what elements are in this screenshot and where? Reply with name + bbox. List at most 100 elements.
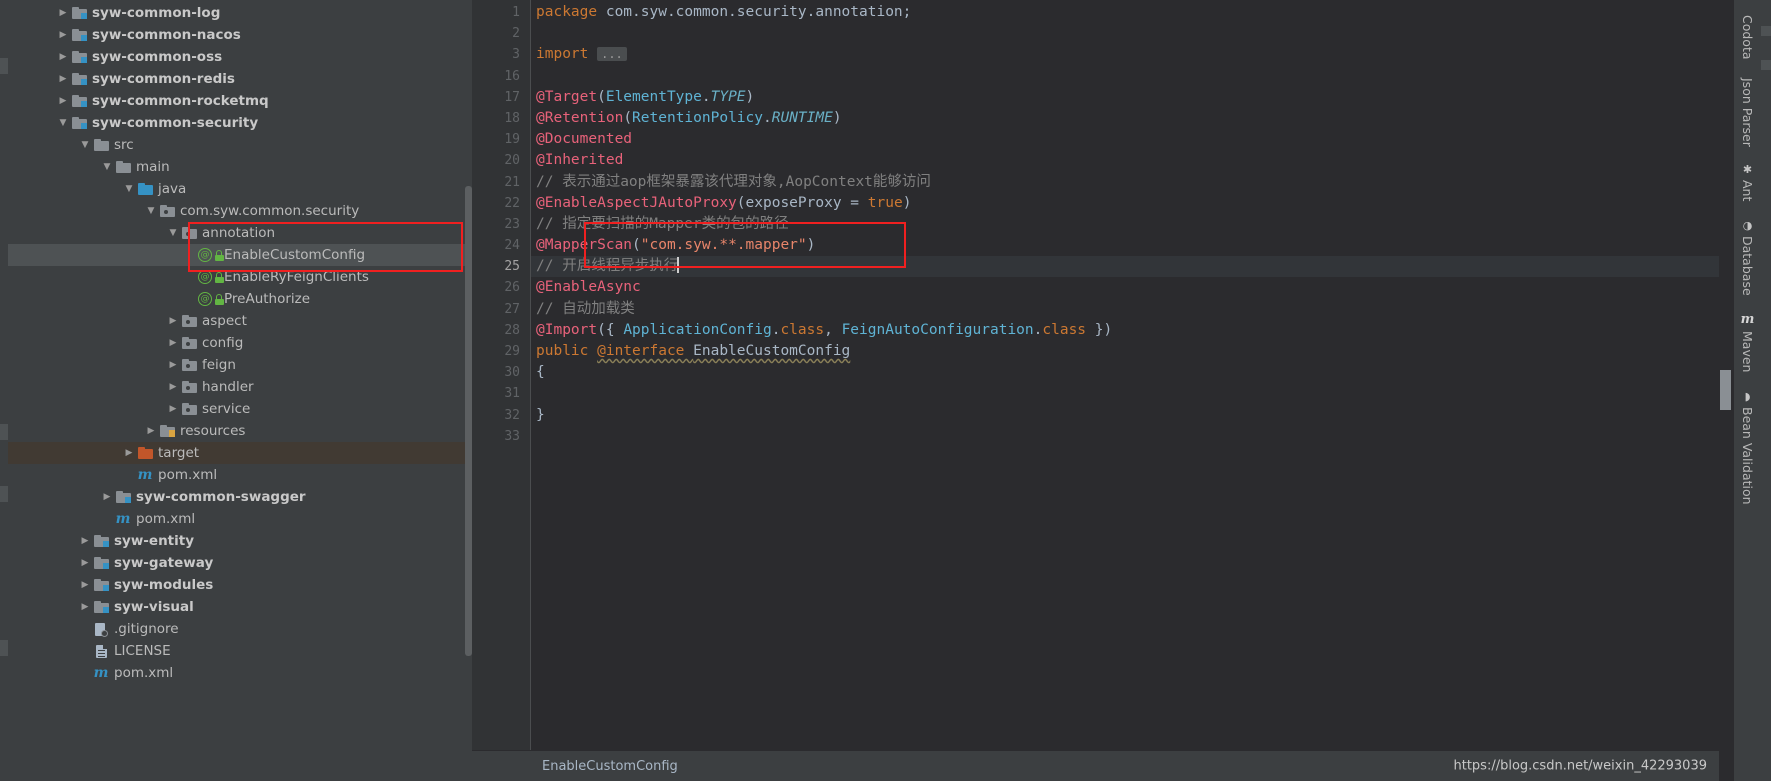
line-number-1[interactable]: 1 — [472, 2, 530, 23]
line-number-21[interactable]: 21 — [472, 172, 530, 193]
tree-item-syw-common-security[interactable]: ▼ syw-common-security — [8, 112, 472, 134]
code-line-19[interactable]: @Documented — [530, 129, 1719, 150]
tree-item-pom-xml[interactable]: ▶m pom.xml — [8, 508, 472, 530]
tree-item-enablecustomconfig[interactable]: ▶@EnableCustomConfig — [8, 244, 472, 266]
tree-item-syw-common-redis[interactable]: ▶ syw-common-redis — [8, 68, 472, 90]
code-line-25[interactable]: // 开启线程异步执行 — [530, 256, 1719, 278]
chevron-right-icon[interactable]: ▶ — [166, 398, 180, 420]
project-tree-list[interactable]: ▶ syw-common-log ▶ syw-common-nacos ▶ syw-com… — [8, 0, 472, 684]
tree-item-syw-modules[interactable]: ▶ syw-modules — [8, 574, 472, 596]
code-line-26[interactable]: @EnableAsync — [530, 277, 1719, 298]
line-number-27[interactable]: 27 — [472, 299, 530, 320]
chevron-right-icon[interactable]: ▶ — [166, 332, 180, 354]
project-tree-panel[interactable]: ▶ syw-common-log ▶ syw-common-nacos ▶ syw-com… — [8, 0, 472, 781]
line-number-33[interactable]: 33 — [472, 426, 530, 447]
code-line-18[interactable]: @Retention(RetentionPolicy.RUNTIME) — [530, 108, 1719, 129]
line-number-16[interactable]: 16 — [472, 66, 530, 87]
line-number-25[interactable]: 25 — [472, 256, 530, 277]
chevron-right-icon[interactable]: ▶ — [56, 24, 70, 46]
tree-item-syw-visual[interactable]: ▶ syw-visual — [8, 596, 472, 618]
code-line-1[interactable]: package com.syw.common.security.annotati… — [530, 2, 1719, 23]
editor-line-number-gutter[interactable]: 1 2 3 16 17 18 19 20 21 22 23 24 25 26 27 28 29 30 31 32 33 — [472, 0, 530, 750]
chevron-right-icon[interactable]: ▶ — [56, 2, 70, 24]
code-line-33[interactable] — [530, 426, 1719, 447]
code-line-27[interactable]: // 自动加载类 — [530, 299, 1719, 320]
tree-item-syw-entity[interactable]: ▶ syw-entity — [8, 530, 472, 552]
line-number-32[interactable]: 32 — [472, 405, 530, 426]
rail-button-database[interactable]: ◑ Database — [1740, 211, 1755, 305]
tree-item-service[interactable]: ▶ service — [8, 398, 472, 420]
tree-item-pom-xml[interactable]: ▶m pom.xml — [8, 464, 472, 486]
chevron-right-icon[interactable]: ▶ — [56, 68, 70, 90]
chevron-right-icon[interactable]: ▶ — [56, 46, 70, 68]
line-number-30[interactable]: 30 — [472, 362, 530, 383]
chevron-down-icon[interactable]: ▼ — [78, 134, 92, 156]
chevron-right-icon[interactable]: ▶ — [144, 420, 158, 442]
tree-item-syw-common-log[interactable]: ▶ syw-common-log — [8, 2, 472, 24]
tree-item-syw-gateway[interactable]: ▶ syw-gateway — [8, 552, 472, 574]
chevron-down-icon[interactable]: ▼ — [56, 112, 70, 134]
tree-item-enableryfeignclients[interactable]: ▶@EnableRyFeignClients — [8, 266, 472, 288]
code-line-32[interactable]: } — [530, 405, 1719, 426]
tree-item-target[interactable]: ▶ target — [8, 442, 472, 464]
rail-button-codota[interactable]: Codota — [1740, 6, 1755, 69]
chevron-right-icon[interactable]: ▶ — [122, 442, 136, 464]
rail-button-json-parser[interactable]: Json Parser — [1740, 69, 1755, 156]
tree-item-java[interactable]: ▼ java — [8, 178, 472, 200]
line-number-17[interactable]: 17 — [472, 87, 530, 108]
code-line-30[interactable]: { — [530, 362, 1719, 383]
tree-item-syw-common-rocketmq[interactable]: ▶ syw-common-rocketmq — [8, 90, 472, 112]
tree-item-syw-common-swagger[interactable]: ▶ syw-common-swagger — [8, 486, 472, 508]
tree-item-syw-common-nacos[interactable]: ▶ syw-common-nacos — [8, 24, 472, 46]
tree-scrollbar[interactable] — [465, 186, 472, 656]
line-number-2[interactable]: 2 — [472, 23, 530, 44]
tree-item-config[interactable]: ▶ config — [8, 332, 472, 354]
chevron-right-icon[interactable]: ▶ — [78, 552, 92, 574]
code-line-24[interactable]: @MapperScan("com.syw.**.mapper") — [530, 235, 1719, 256]
code-line-28[interactable]: @Import({ ApplicationConfig.class, Feign… — [530, 320, 1719, 341]
chevron-right-icon[interactable]: ▶ — [78, 596, 92, 618]
code-line-16[interactable] — [530, 66, 1719, 87]
tree-item-handler[interactable]: ▶ handler — [8, 376, 472, 398]
tree-item-gitignore[interactable]: ▶ .gitignore — [8, 618, 472, 640]
code-line-29[interactable]: public @interface EnableCustomConfig — [530, 341, 1719, 362]
editor-code-view[interactable]: package com.syw.common.security.annotati… — [530, 0, 1719, 750]
stripe-mark-scrollbar[interactable] — [1720, 370, 1731, 410]
right-tool-rail[interactable]: Codota Json Parser ✱ Ant ◑ Database m Maven ◗ Bea… — [1733, 0, 1761, 781]
line-number-26[interactable]: 26 — [472, 277, 530, 298]
tree-item-feign[interactable]: ▶ feign — [8, 354, 472, 376]
line-number-3[interactable]: 3 — [472, 44, 530, 65]
chevron-down-icon[interactable]: ▼ — [100, 156, 114, 178]
tree-item-pom-xml[interactable]: ▶m pom.xml — [8, 662, 472, 684]
collapsed-imports-chip[interactable]: ... — [597, 47, 627, 62]
line-number-28[interactable]: 28 — [472, 320, 530, 341]
editor-error-stripe[interactable] — [1719, 0, 1733, 781]
code-line-31[interactable] — [530, 383, 1719, 404]
breadcrumb[interactable]: EnableCustomConfig — [542, 759, 678, 774]
chevron-right-icon[interactable]: ▶ — [78, 530, 92, 552]
tree-item-com-syw-common-security[interactable]: ▼ com.syw.common.security — [8, 200, 472, 222]
line-number-29[interactable]: 29 — [472, 341, 530, 362]
rail-button-ant[interactable]: ✱ Ant — [1740, 155, 1755, 210]
code-line-2[interactable] — [530, 23, 1719, 44]
tree-item-annotation[interactable]: ▼ annotation — [8, 222, 472, 244]
code-line-17[interactable]: @Target(ElementType.TYPE) — [530, 87, 1719, 108]
rail-button-bean-validation[interactable]: ◗ Bean Validation — [1740, 382, 1755, 514]
code-line-20[interactable]: @Inherited — [530, 150, 1719, 171]
chevron-right-icon[interactable]: ▶ — [166, 354, 180, 376]
chevron-down-icon[interactable]: ▼ — [122, 178, 136, 200]
code-line-22[interactable]: @EnableAspectJAutoProxy(exposeProxy = tr… — [530, 193, 1719, 214]
chevron-down-icon[interactable]: ▼ — [166, 222, 180, 244]
tree-item-resources[interactable]: ▶ resources — [8, 420, 472, 442]
chevron-right-icon[interactable]: ▶ — [100, 486, 114, 508]
code-line-3[interactable]: import ... — [530, 44, 1719, 65]
tree-item-preauthorize[interactable]: ▶@PreAuthorize — [8, 288, 472, 310]
code-line-23[interactable]: // 指定要扫描的Mapper类的包的路径 — [530, 214, 1719, 235]
line-number-19[interactable]: 19 — [472, 129, 530, 150]
tree-item-license[interactable]: ▶ LICENSE — [8, 640, 472, 662]
line-number-20[interactable]: 20 — [472, 150, 530, 171]
chevron-right-icon[interactable]: ▶ — [78, 574, 92, 596]
line-number-18[interactable]: 18 — [472, 108, 530, 129]
tree-item-src[interactable]: ▼ src — [8, 134, 472, 156]
rail-button-maven[interactable]: m Maven — [1740, 304, 1755, 381]
